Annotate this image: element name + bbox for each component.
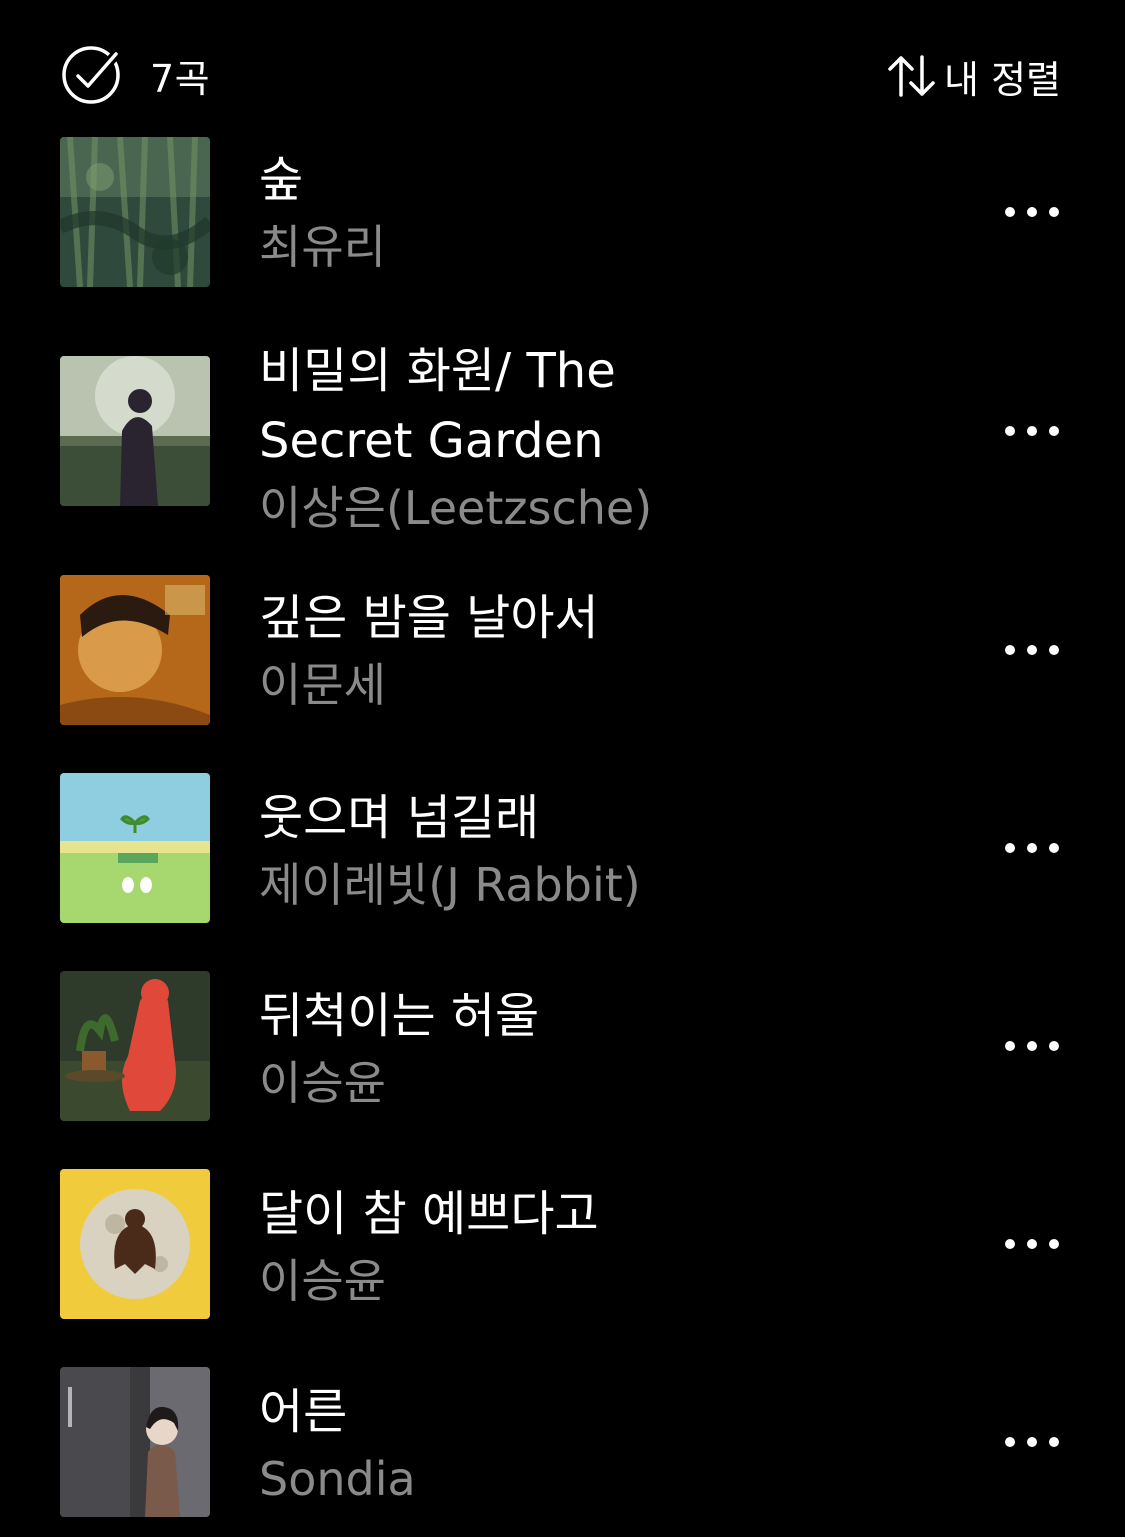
list-header: 7곡 내 정렬	[0, 0, 1125, 140]
more-horizontal-icon	[1027, 207, 1037, 217]
more-options-button[interactable]	[1005, 1039, 1059, 1053]
song-row[interactable]: 비밀의 화원/ The Secret Garden 이상은(Leetzsche)	[0, 336, 1125, 536]
more-horizontal-icon	[1005, 207, 1015, 217]
song-artist: 최유리	[259, 220, 386, 274]
song-row[interactable]: 깊은 밤을 날아서 이문세	[0, 575, 1125, 725]
album-art	[60, 356, 210, 506]
song-artist: 이상은(Leetzsche)	[259, 481, 653, 535]
more-options-button[interactable]	[1005, 841, 1059, 855]
song-artist: 제이레빗(J Rabbit)	[259, 858, 641, 912]
sort-button[interactable]: 내 정렬	[884, 50, 1061, 102]
sort-arrows-icon	[888, 55, 935, 97]
more-horizontal-icon	[1027, 1437, 1037, 1447]
more-horizontal-icon	[1049, 1239, 1059, 1249]
more-horizontal-icon	[1049, 645, 1059, 655]
more-horizontal-icon	[1049, 426, 1059, 436]
sort-label: 내 정렬	[944, 57, 1061, 102]
song-artist: 이문세	[259, 658, 386, 712]
more-options-button[interactable]	[1005, 424, 1059, 438]
song-row[interactable]: 뒤척이는 허울 이승윤	[0, 971, 1125, 1121]
song-row[interactable]: 웃으며 넘길래 제이레빗(J Rabbit)	[0, 773, 1125, 923]
check-circle-icon	[62, 46, 122, 104]
album-art	[60, 1367, 210, 1517]
more-horizontal-icon	[1049, 843, 1059, 853]
more-horizontal-icon	[1027, 645, 1037, 655]
song-artist: 이승윤	[259, 1254, 386, 1308]
more-horizontal-icon	[1005, 1437, 1015, 1447]
album-art	[60, 1169, 210, 1319]
more-horizontal-icon	[1005, 1041, 1015, 1051]
more-options-button[interactable]	[1005, 643, 1059, 657]
song-title: 뒤척이는 허울	[259, 988, 540, 1044]
song-title: 달이 참 예쁘다고	[259, 1186, 599, 1242]
song-artist: 이승윤	[259, 1056, 386, 1110]
album-art	[60, 137, 210, 287]
more-horizontal-icon	[1005, 426, 1015, 436]
more-options-button[interactable]	[1005, 1435, 1059, 1449]
album-art	[60, 971, 210, 1121]
song-title: 비밀의 화원/ The Secret Garden	[259, 343, 616, 469]
more-horizontal-icon	[1027, 843, 1037, 853]
song-count: 7곡	[150, 56, 211, 101]
more-horizontal-icon	[1027, 1239, 1037, 1249]
more-options-button[interactable]	[1005, 1237, 1059, 1251]
more-horizontal-icon	[1005, 645, 1015, 655]
more-horizontal-icon	[1049, 1437, 1059, 1447]
song-row[interactable]: 달이 참 예쁘다고 이승윤	[0, 1169, 1125, 1319]
more-horizontal-icon	[1005, 1239, 1015, 1249]
song-title: 숲	[259, 152, 304, 208]
song-row[interactable]: 어른 Sondia	[0, 1367, 1125, 1517]
more-horizontal-icon	[1027, 426, 1037, 436]
song-row[interactable]: 숲 최유리	[0, 137, 1125, 287]
more-options-button[interactable]	[1005, 205, 1059, 219]
album-art	[60, 773, 210, 923]
album-art	[60, 575, 210, 725]
song-title: 어른	[259, 1384, 348, 1440]
select-all-button[interactable]: 7곡	[60, 44, 210, 106]
more-horizontal-icon	[1049, 1041, 1059, 1051]
more-horizontal-icon	[1049, 207, 1059, 217]
song-artist: Sondia	[259, 1452, 416, 1506]
song-title: 깊은 밤을 날아서	[259, 590, 599, 646]
more-horizontal-icon	[1005, 843, 1015, 853]
song-title: 웃으며 넘길래	[259, 790, 540, 846]
more-horizontal-icon	[1027, 1041, 1037, 1051]
